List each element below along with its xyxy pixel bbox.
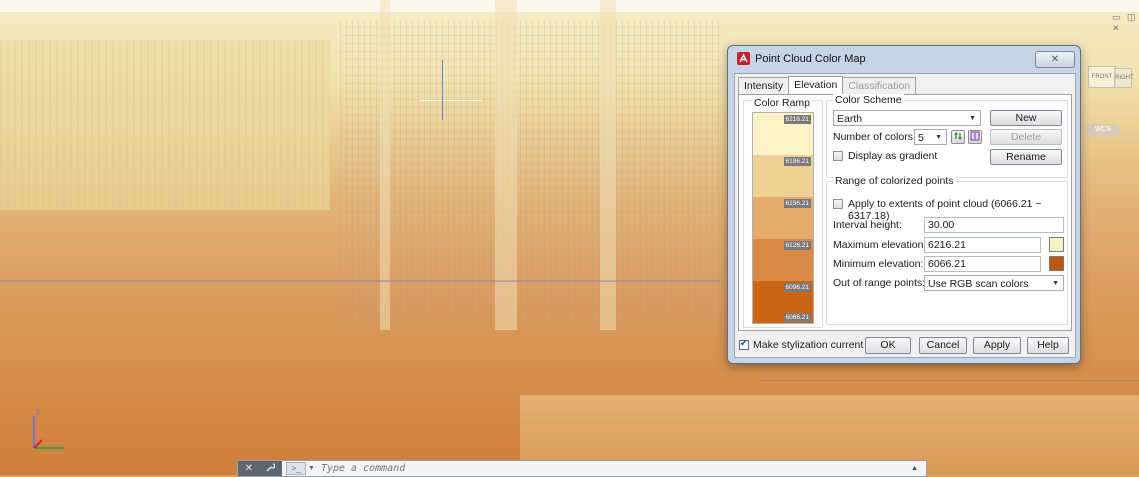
color-scheme-group: Color Scheme Earth ▼ New Number of color…	[826, 94, 1068, 178]
wrench-icon[interactable]	[266, 462, 276, 475]
number-of-colors-select[interactable]: 5 ▼	[914, 129, 947, 145]
viewport-window-controls[interactable]: ▭ ◫ ✕	[1112, 12, 1139, 34]
tab-elevation[interactable]: Elevation	[788, 76, 844, 94]
min-elevation-field[interactable]: 6066.21	[924, 256, 1041, 272]
interval-height-field[interactable]: 30.00	[924, 217, 1064, 233]
autocad-logo-icon	[737, 52, 750, 65]
display-gradient-label: Display as gradient	[848, 150, 938, 162]
viewcube-front-face[interactable]: FRONT	[1088, 66, 1116, 88]
color-scheme-legend: Color Scheme	[833, 94, 904, 106]
color-ramp-legend: Color Ramp	[752, 97, 813, 109]
cursor-crosshair-horizontal	[420, 100, 482, 101]
command-line: ✕ >_ ▼ ▲	[237, 460, 927, 477]
tab-intensity[interactable]: Intensity	[738, 77, 790, 94]
tab-classification: Classification	[842, 77, 917, 94]
out-of-range-select[interactable]: Use RGB scan colors ▼	[924, 275, 1064, 291]
out-of-range-selected: Use RGB scan colors	[928, 278, 1029, 290]
number-of-colors-label: Number of colors:	[833, 131, 916, 143]
color-ramp: 6216.21 6186.21 6156.21 6126.21 6096.21 …	[752, 112, 814, 324]
chevron-up-icon[interactable]: ▲	[911, 465, 918, 472]
max-elevation-label: Maximum elevation:	[833, 239, 927, 251]
out-of-range-label: Out of range points:	[833, 277, 926, 289]
color-scheme-select[interactable]: Earth ▼	[833, 110, 981, 126]
min-color-swatch[interactable]	[1049, 256, 1064, 271]
point-cloud-railing	[0, 280, 720, 282]
command-line-controls: ✕	[238, 461, 282, 476]
ramp-label: 6126.21	[783, 241, 811, 250]
color-scheme-selected: Earth	[837, 113, 863, 125]
max-elevation-field[interactable]: 6216.21	[924, 237, 1041, 253]
command-input[interactable]	[320, 462, 912, 475]
edit-colors-icon[interactable]	[968, 130, 982, 144]
new-scheme-button[interactable]: New	[990, 110, 1062, 126]
make-current-checkbox[interactable]	[739, 338, 749, 350]
wcs-menu[interactable]: WCS	[1086, 124, 1120, 136]
point-cloud-wall	[0, 40, 330, 210]
chevron-down-icon: ▼	[935, 134, 942, 141]
display-gradient-checkbox[interactable]	[833, 151, 843, 161]
delete-scheme-button: Delete	[990, 129, 1062, 145]
color-ramp-group: Color Ramp 6216.21 6186.21 6156.21 6126.…	[743, 97, 823, 328]
point-cloud-structure	[340, 20, 720, 380]
dialog-button-row: Make stylization current OK Cancel Apply…	[735, 335, 1075, 355]
ramp-label: 6096.21	[783, 283, 811, 292]
elevation-tab-panel: Color Ramp 6216.21 6186.21 6156.21 6126.…	[738, 94, 1072, 331]
rename-scheme-button[interactable]: Rename	[990, 149, 1062, 165]
range-group: Range of colorized points Apply to exten…	[826, 175, 1068, 325]
dialog-body: Intensity Elevation Classification Color…	[734, 73, 1076, 358]
sort-colors-icon[interactable]	[951, 130, 965, 144]
ok-button[interactable]: OK	[865, 337, 911, 354]
dialog-close-button[interactable]: ✕	[1035, 51, 1075, 68]
point-cloud-color-map-dialog: Point Cloud Color Map ✕ Intensity Elevat…	[727, 45, 1081, 364]
ramp-label: 6216.21	[783, 115, 811, 124]
ramp-label: 6156.21	[783, 199, 811, 208]
viewcube[interactable]: FRONT RIGHT	[1080, 60, 1134, 94]
dialog-titlebar[interactable]: Point Cloud Color Map ✕	[728, 46, 1080, 72]
cursor-crosshair-vertical	[442, 60, 443, 120]
help-button[interactable]: Help	[1027, 337, 1069, 354]
make-current-label: Make stylization current	[753, 339, 864, 351]
apply-extents-checkbox[interactable]	[833, 199, 843, 209]
close-icon[interactable]: ✕	[245, 463, 253, 474]
command-prompt-icon[interactable]: >_	[286, 462, 306, 475]
max-color-swatch[interactable]	[1049, 237, 1064, 252]
min-elevation-label: Minimum elevation:	[833, 258, 924, 270]
interval-height-label: Interval height:	[833, 219, 902, 231]
point-cloud-edge	[760, 380, 1139, 381]
chevron-down-icon[interactable]: ▼	[308, 465, 315, 472]
ramp-label: 6066.21	[783, 313, 811, 322]
ramp-label: 6186.21	[783, 157, 811, 166]
cancel-button[interactable]: Cancel	[919, 337, 967, 354]
chevron-down-icon: ▼	[1052, 280, 1059, 287]
dialog-tabs: Intensity Elevation Classification	[738, 76, 917, 94]
apply-button[interactable]: Apply	[973, 337, 1021, 354]
viewcube-right-face[interactable]: RIGHT	[1114, 68, 1134, 88]
ucs-icon: Z	[33, 410, 64, 449]
chevron-down-icon: ▼	[969, 115, 976, 122]
svg-text:Z: Z	[36, 410, 41, 417]
range-legend: Range of colorized points	[833, 175, 956, 187]
dialog-title: Point Cloud Color Map	[755, 53, 866, 65]
number-of-colors-value: 5	[918, 132, 924, 144]
viewport-top-strip	[0, 0, 1139, 12]
